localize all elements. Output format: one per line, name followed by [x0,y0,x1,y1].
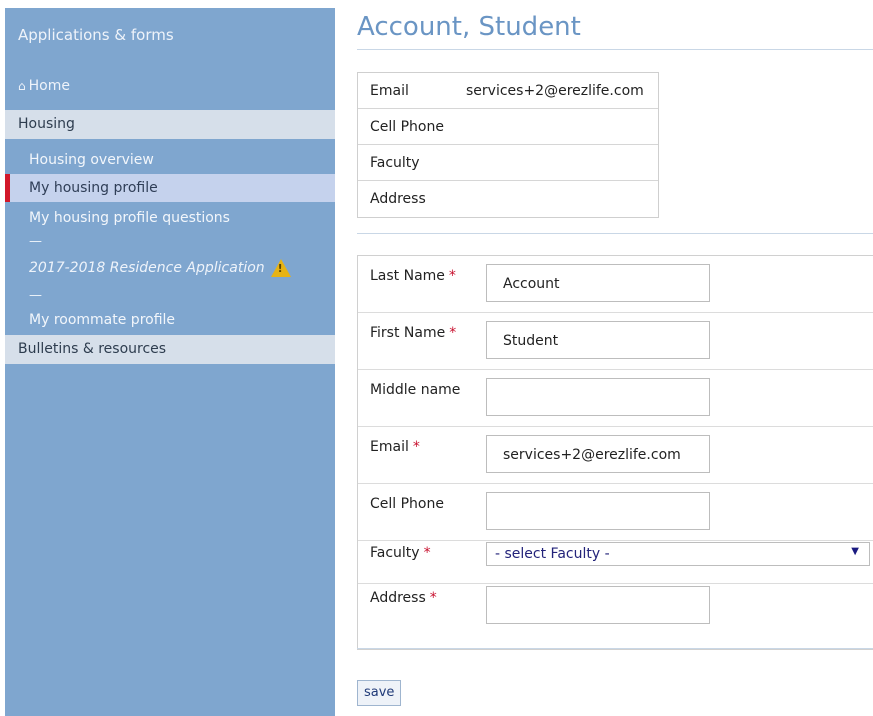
faculty-selected-value: - select Faculty - [495,546,610,562]
required-marker: * [449,325,457,341]
summary-value: services+2@erezlife.com [466,82,644,99]
form-row-cell-phone: Cell Phone [358,484,873,541]
summary-label: Email [370,82,409,99]
cell-phone-label: Cell Phone [370,496,444,512]
warning-icon: ! [270,259,291,277]
sidebar-title: Applications & forms [18,26,174,44]
faculty-select[interactable]: - select Faculty - ▼ [486,542,870,566]
last-name-input[interactable]: Account [486,264,710,302]
sidebar-section-bulletins[interactable]: Bulletins & resources [5,335,335,364]
sidebar-separator: — [29,234,42,249]
required-marker: * [423,545,431,561]
sidebar-separator: — [29,288,42,303]
sidebar-item-my-housing-profile[interactable]: My housing profile [5,174,335,202]
required-marker: * [429,590,437,606]
address-input[interactable] [486,586,710,624]
sidebar-item-housing-overview[interactable]: Housing overview [5,146,335,174]
summary-label: Faculty [370,154,420,171]
sidebar-item-home[interactable]: ⌂ Home [18,78,70,94]
form-row-address: Address * [358,584,873,649]
divider [357,49,873,50]
form-row-email: Email * services+2@erezlife.com [358,427,873,484]
required-marker: * [412,439,420,455]
first-name-label: First Name * [370,325,457,341]
divider [357,233,873,234]
required-marker: * [448,268,456,284]
save-button[interactable]: save [357,680,402,706]
summary-row-address: Address [358,181,658,217]
form-row-last-name: Last Name * Account [358,256,873,313]
summary-row-faculty: Faculty [358,145,658,181]
home-icon: ⌂ [18,79,26,93]
middle-name-label: Middle name [370,382,461,398]
profile-form: Last Name * Account First Name * Student M… [357,255,873,650]
cell-phone-input[interactable] [486,492,710,530]
email-input[interactable]: services+2@erezlife.com [486,435,710,473]
last-name-label: Last Name * [370,268,456,284]
dropdown-caret-icon: ▼ [851,546,859,557]
sidebar-item-roommate-profile[interactable]: My roommate profile [5,306,335,334]
sidebar-section-housing[interactable]: Housing [5,110,335,139]
sidebar-item-residence-application[interactable]: 2017-2018 Residence Application! [29,259,291,277]
residence-application-label: 2017-2018 Residence Application [29,260,265,276]
sidebar-item-housing-profile-questions[interactable]: My housing profile questions [5,204,335,232]
summary-label: Address [370,191,426,207]
email-label: Email * [370,439,420,455]
first-name-input[interactable]: Student [486,321,710,359]
form-row-middle-name: Middle name [358,370,873,427]
sidebar: Applications & forms ⌂ Home Housing Housi… [5,8,335,716]
form-row-first-name: First Name * Student [358,313,873,370]
summary-label: Cell Phone [370,118,444,135]
home-label: Home [28,78,70,94]
summary-row-cell-phone: Cell Phone [358,109,658,145]
address-label: Address * [370,590,437,606]
summary-row-email: Email services+2@erezlife.com [358,73,658,109]
middle-name-input[interactable] [486,378,710,416]
divider [357,648,873,649]
page-title: Account, Student [357,12,581,42]
faculty-label: Faculty * [370,545,431,561]
summary-table: Email services+2@erezlife.com Cell Phone… [357,72,659,218]
